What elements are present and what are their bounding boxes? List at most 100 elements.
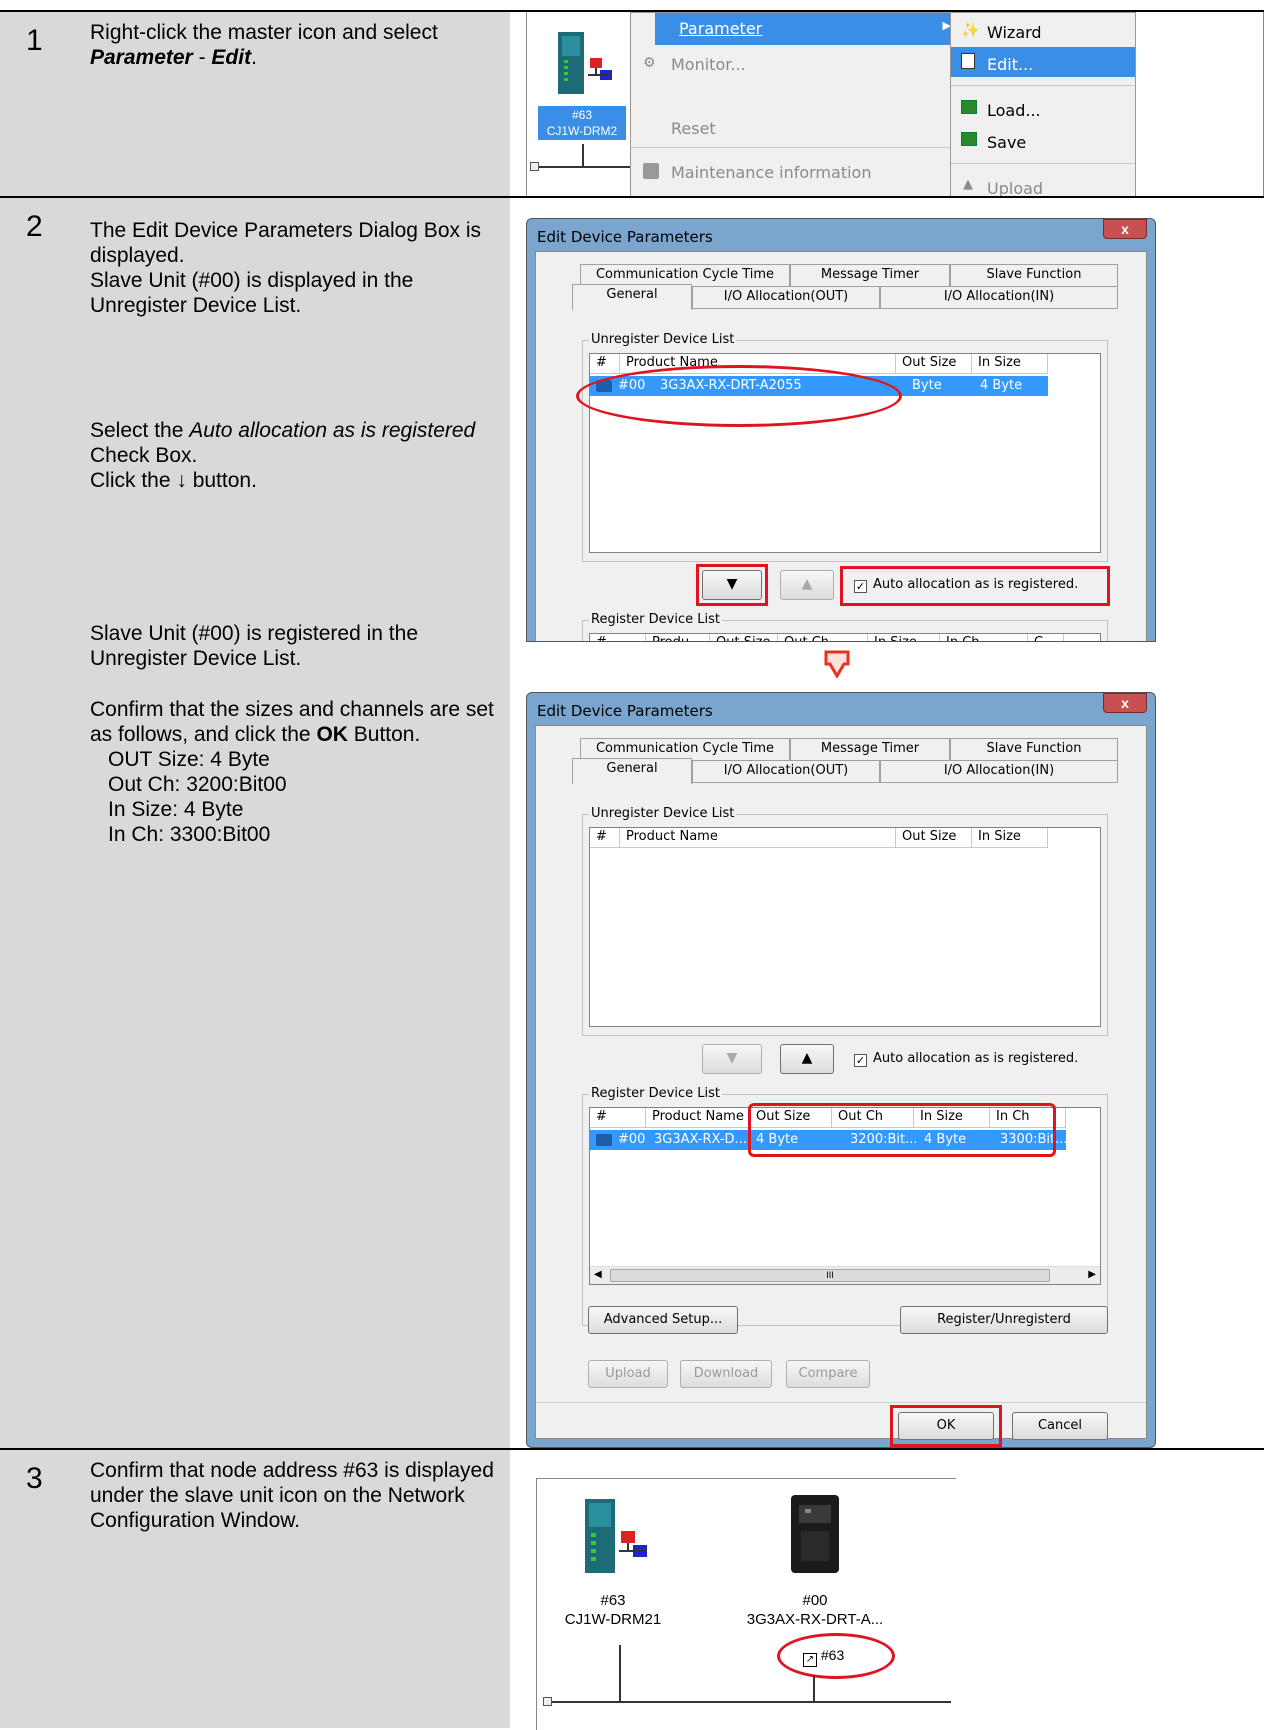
step-number: 1: [0, 12, 78, 196]
desc-text: Check Box.: [90, 444, 198, 467]
menu-item-label: Wizard: [987, 23, 1042, 42]
close-button[interactable]: x: [1103, 219, 1147, 239]
master-device-icon[interactable]: [579, 1497, 649, 1577]
advanced-setup-button[interactable]: Advanced Setup...: [588, 1306, 738, 1334]
column-header[interactable]: Out Ch: [778, 634, 868, 641]
menu-separator: [951, 85, 1135, 86]
column-header[interactable]: In Ch: [940, 634, 1028, 641]
tab-slave-function[interactable]: Slave Function: [950, 738, 1118, 760]
submenu-item-wizard[interactable]: ✨ Wizard: [951, 15, 1135, 45]
tab-io-allocation-out[interactable]: I/O Allocation(OUT): [692, 760, 880, 782]
master-device-icon[interactable]: [554, 30, 614, 98]
column-header[interactable]: Out Size: [896, 828, 972, 848]
close-button[interactable]: x: [1103, 693, 1147, 713]
register-device-list[interactable]: # Produ... Out Size Out Ch In Size In Ch…: [589, 633, 1101, 641]
column-header[interactable]: Product Name: [620, 828, 896, 848]
setting-line: In Ch: 3300:Bit00: [108, 823, 271, 846]
device-name: CJ1W-DRM21: [564, 1611, 662, 1628]
tab-general[interactable]: General: [572, 284, 692, 310]
download-button[interactable]: Download: [680, 1360, 772, 1388]
tab-io-allocation-in[interactable]: I/O Allocation(IN): [880, 286, 1118, 308]
menu-item-parameter[interactable]: Parameter ▶: [655, 13, 959, 45]
column-header[interactable]: #: [590, 634, 646, 641]
column-header[interactable]: In Size: [868, 634, 940, 641]
slave-device-icon[interactable]: [785, 1491, 845, 1577]
upload-button[interactable]: Upload: [588, 1360, 668, 1388]
cell-node: #00: [618, 1132, 646, 1147]
highlight-box: [890, 1405, 1002, 1447]
submenu-item-upload[interactable]: ▲ Upload: [951, 171, 1135, 198]
register-unregister-button[interactable]: Register/Unregisterd: [900, 1306, 1108, 1334]
device-number: #63: [571, 108, 593, 122]
horizontal-scrollbar[interactable]: ◀ III ▶: [590, 1266, 1100, 1284]
step-description: Right-click the master icon and select P…: [78, 12, 510, 196]
tab-io-allocation-in[interactable]: I/O Allocation(IN): [880, 760, 1118, 782]
step-1-figure: #63 CJ1W-DRM2 Parameter ▶ ⚙ Monitor... R…: [510, 12, 1264, 198]
column-header[interactable]: #: [590, 1108, 646, 1128]
submenu-item-save[interactable]: Save: [951, 125, 1135, 155]
scroll-right-icon[interactable]: ▶: [1088, 1269, 1096, 1280]
monitor-icon: ⚙: [643, 55, 656, 71]
desc-text: Right-click the master icon and select: [90, 21, 438, 44]
device-number: #00: [802, 1592, 828, 1609]
tab-message-timer[interactable]: Message Timer: [790, 738, 950, 760]
compare-button[interactable]: Compare: [786, 1360, 870, 1388]
column-header[interactable]: #: [590, 354, 620, 374]
column-header[interactable]: In Size: [972, 828, 1048, 848]
column-header[interactable]: In Size: [972, 354, 1048, 374]
scrollbar-thumb[interactable]: III: [610, 1269, 1050, 1282]
checkbox-checked-icon: ✓: [854, 1054, 867, 1067]
register-down-button[interactable]: ▼: [702, 1044, 762, 1074]
menu-item-label: Maintenance information: [671, 163, 872, 182]
auto-allocation-checkbox[interactable]: ✓ Auto allocation as is registered.: [854, 1051, 1078, 1067]
maintenance-icon: [643, 163, 659, 179]
load-icon: [961, 100, 977, 114]
unregister-up-button[interactable]: ▲: [780, 1044, 834, 1074]
cancel-button[interactable]: Cancel: [1012, 1412, 1108, 1440]
submenu-item-load[interactable]: Load...: [951, 93, 1135, 123]
desc-text: .: [251, 46, 257, 69]
device-number: #63: [600, 1592, 626, 1609]
setting-line: In Size: 4 Byte: [108, 798, 244, 821]
column-header[interactable]: Product Name: [646, 1108, 750, 1128]
submenu: ✨ Wizard Edit... Load... Save ▲ Upload: [950, 12, 1136, 198]
dialog-body: Communication Cycle Time Message Timer S…: [535, 251, 1147, 641]
context-menu: Parameter ▶ ⚙ Monitor... Reset Maintenan…: [630, 12, 960, 197]
step-description: Confirm that node address #63 is display…: [78, 1450, 510, 1728]
close-icon: x: [1121, 221, 1129, 237]
column-header[interactable]: C: [1028, 634, 1064, 641]
unregister-up-button[interactable]: ▲: [780, 570, 834, 600]
master-device-label[interactable]: #63 CJ1W-DRM2: [538, 106, 626, 140]
step-3-figure: #63 CJ1W-DRM21 #00 3G3AX-RX-DRT-A... ↗ #…: [510, 1450, 1264, 1730]
unregister-device-list[interactable]: # Product Name Out Size In Size: [589, 827, 1101, 1027]
up-arrow-icon: ▲: [801, 1050, 813, 1066]
submenu-item-edit[interactable]: Edit...: [951, 47, 1135, 77]
tab-communication-cycle-time[interactable]: Communication Cycle Time: [580, 738, 790, 760]
column-header[interactable]: Out Size: [896, 354, 972, 374]
flow-down-arrow-icon: [822, 650, 852, 679]
menu-item-maintenance[interactable]: Maintenance information: [631, 155, 959, 191]
menu-separator: [631, 147, 959, 148]
column-header[interactable]: Out Size: [710, 634, 778, 641]
group-label: Register Device List: [589, 612, 722, 627]
desc-paragraph: Select the Auto allocation as is registe…: [90, 418, 496, 468]
tab-io-allocation-out[interactable]: I/O Allocation(OUT): [692, 286, 880, 308]
tab-slave-function[interactable]: Slave Function: [950, 264, 1118, 286]
desc-emph: Parameter: [90, 46, 193, 69]
master-device-label: #63 CJ1W-DRM21: [553, 1591, 673, 1629]
setting-line: Out Ch: 3200:Bit00: [108, 773, 287, 796]
tab-message-timer[interactable]: Message Timer: [790, 264, 950, 286]
desc-emph: Edit: [211, 46, 252, 69]
tab-communication-cycle-time[interactable]: Communication Cycle Time: [580, 264, 790, 286]
tab-general[interactable]: General: [572, 758, 692, 784]
menu-item-monitor[interactable]: ⚙ Monitor...: [631, 47, 959, 83]
menu-item-reset[interactable]: Reset: [631, 111, 959, 147]
column-header[interactable]: #: [590, 828, 620, 848]
desc-text: Button.: [347, 723, 421, 746]
scroll-left-icon[interactable]: ◀: [594, 1269, 602, 1280]
group-label: Unregister Device List: [589, 806, 737, 821]
cell-in-size: 4 Byte: [980, 378, 1023, 393]
up-arrow-icon: ▲: [801, 576, 813, 592]
settings-list: OUT Size: 4 Byte Out Ch: 3200:Bit00 In S…: [90, 747, 496, 847]
column-header[interactable]: Produ...: [646, 634, 710, 641]
